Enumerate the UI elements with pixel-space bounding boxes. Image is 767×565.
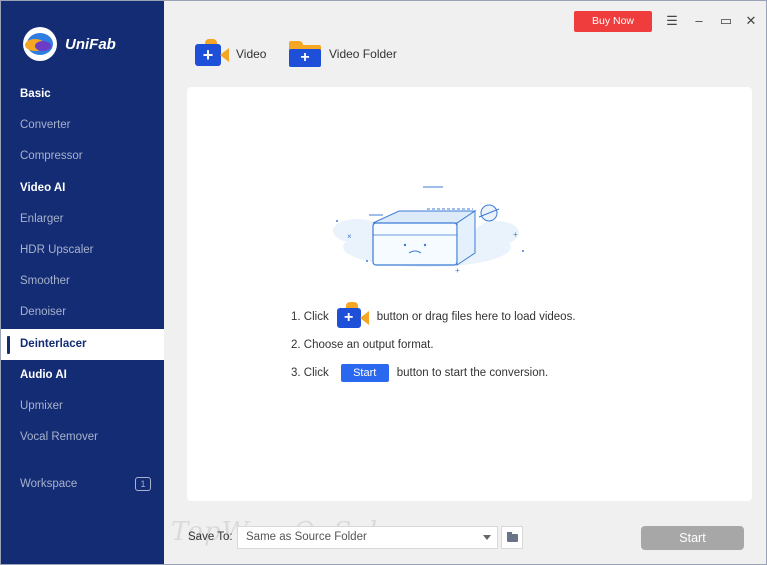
svg-text:+: + [455,266,460,275]
instruction-step-2: 2. Choose an output format. [291,339,434,351]
app-window: UniFab Basic Converter Compressor Video AI E… [0,0,767,565]
sidebar-item-denoiser[interactable]: Denoiser [1,297,164,328]
sidebar-item-converter[interactable]: Converter [1,110,164,141]
buy-now-button[interactable]: Buy Now [574,11,652,32]
unifab-logo-icon [23,27,57,61]
save-to-label: Save To: [188,531,233,543]
start-button[interactable]: Start [641,526,744,550]
minimize-icon[interactable]: – [691,12,707,30]
chevron-down-icon [483,535,491,540]
add-video-label: Video [236,47,267,61]
add-video-folder-label: Video Folder [329,47,397,61]
add-video-folder-button[interactable]: Video Folder [289,39,397,69]
sidebar-section-basic: Basic [20,88,51,100]
sidebar-item-compressor[interactable]: Compressor [1,141,164,172]
sidebar-item-upmixer[interactable]: Upmixer [1,391,164,422]
instruction-step-1: 1. Click button or drag files here to lo… [291,302,651,331]
sidebar-item-workspace[interactable]: Workspace 1 [1,471,164,497]
add-video-inline-icon [336,302,369,329]
add-folder-icon [289,41,321,67]
sidebar-item-vocal-remover[interactable]: Vocal Remover [1,422,164,453]
sidebar-section-audio-ai: Audio AI [20,368,67,381]
sidebar-section-video-ai: Video AI [20,181,66,194]
workspace-count-badge: 1 [135,477,151,491]
empty-box-illustration: × + + [333,186,524,275]
browse-folder-button[interactable] [501,526,523,549]
sidebar: UniFab Basic Converter Compressor Video AI E… [1,1,164,564]
file-drop-area[interactable]: × + + 1. Click button or drag files here… [187,87,752,501]
svg-text:+: + [513,230,518,239]
sidebar-item-hdr-upscaler[interactable]: HDR Upscaler [1,235,164,266]
sidebar-item-smoother[interactable]: Smoother [1,266,164,297]
folder-icon [507,532,518,542]
maximize-icon[interactable]: ▭ [718,12,734,30]
menu-icon[interactable]: ☰ [664,12,680,30]
save-to-value: Same as Source Folder [246,531,367,543]
sidebar-nav: Basic Converter Compressor Video AI Enlarger… [1,79,164,453]
sidebar-item-deinterlacer[interactable]: Deinterlacer [1,328,164,360]
add-video-icon [195,39,229,67]
instructions: 1. Click button or drag files here to lo… [291,302,651,387]
add-video-button[interactable]: Video [195,39,266,69]
sidebar-item-enlarger[interactable]: Enlarger [1,204,164,235]
workspace-label: Workspace [20,478,78,490]
instruction-step-3: 3. Click Start button to start the conve… [291,359,651,387]
close-icon[interactable]: ✕ [743,12,759,30]
start-inline-label: Start [340,364,389,382]
svg-text:×: × [347,232,352,241]
app-name: UniFab [65,35,116,53]
app-logo: UniFab [23,27,116,61]
save-to-select[interactable]: Same as Source Folder [237,526,498,549]
